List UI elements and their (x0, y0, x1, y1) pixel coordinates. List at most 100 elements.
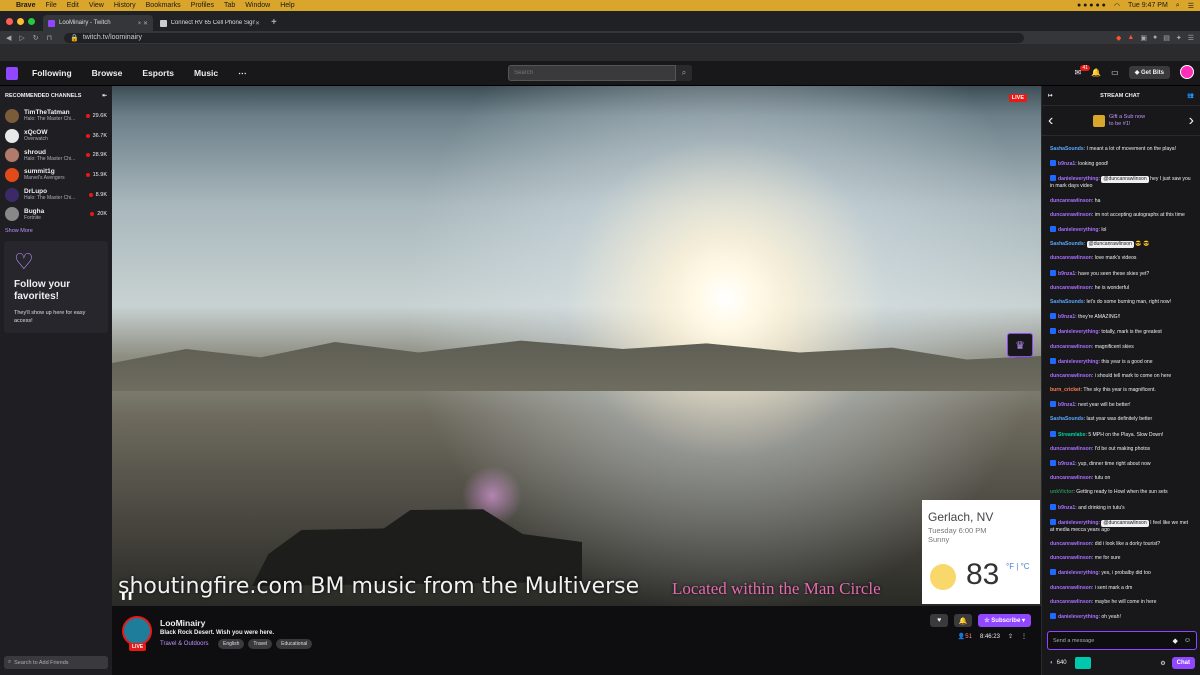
bits-icon[interactable]: ◆ (1172, 637, 1177, 645)
menu-tab[interactable]: Tab (224, 2, 235, 9)
search-button-icon[interactable]: ⌕ (676, 65, 692, 81)
chat-username[interactable]: danieleverything (1058, 520, 1098, 526)
extension-icon[interactable]: ● (1153, 34, 1157, 42)
clock[interactable]: Tue 9:47 PM (1128, 2, 1168, 9)
new-tab-button[interactable]: + (271, 17, 277, 28)
chat-username[interactable]: danieleverything (1058, 570, 1098, 576)
status-icons[interactable]: ● ● ● ● ● (1077, 2, 1106, 9)
menu-icon[interactable]: ☰ (1188, 34, 1194, 42)
notification-bell-icon[interactable]: 🔔 (954, 614, 973, 627)
community-icon[interactable]: 👥 (1187, 93, 1194, 99)
sidebar-channel-item[interactable]: Bugha Fortnite 20K (0, 204, 112, 224)
control-center-icon[interactable]: ☰ (1188, 2, 1194, 10)
clip-icon[interactable]: ▭ (999, 590, 1007, 600)
follow-heart-icon[interactable]: ♥ (930, 614, 949, 627)
channel-name[interactable]: LooMinairy (160, 618, 205, 628)
chat-username[interactable]: unkVictor (1050, 489, 1073, 495)
show-more-link[interactable]: Show More (0, 224, 112, 238)
browser-tab-twitch[interactable]: LooMinairy - Twitch × ✕ (43, 15, 153, 31)
bonus-chest-icon[interactable] (1074, 657, 1091, 669)
menu-history[interactable]: History (114, 2, 136, 9)
chat-username[interactable]: SashaSounds (1050, 241, 1084, 247)
chat-username[interactable]: duncanrawlinson (1050, 541, 1092, 547)
search-friends-input[interactable]: ⌕ Search to Add Friends (4, 656, 108, 669)
brave-rewards-icon[interactable]: ▲ (1127, 34, 1134, 42)
chat-send-button[interactable]: Chat (1171, 657, 1195, 669)
menu-window[interactable]: Window (245, 2, 270, 9)
sidebar-channel-item[interactable]: summit1g Marvel's Avengers 15.9K (0, 165, 112, 185)
chat-username[interactable]: duncanrawlinson (1050, 285, 1092, 291)
chat-username[interactable]: b9nza1 (1058, 161, 1075, 167)
app-menu[interactable]: Brave (16, 2, 35, 9)
share-icon[interactable]: ⇪ (1008, 633, 1013, 640)
bookmark-icon[interactable]: ⊓ (47, 34, 52, 42)
search-icon[interactable]: ⌕ (1176, 2, 1180, 10)
chat-settings-icon[interactable]: ⚙ (1160, 660, 1165, 667)
chat-username[interactable]: duncanrawlinson (1050, 555, 1092, 561)
chat-input[interactable]: Send a message ◆ ☺ (1047, 631, 1197, 650)
chat-username[interactable]: danieleverything (1058, 329, 1098, 335)
chevron-left-icon[interactable]: ‹ (1048, 112, 1053, 130)
chat-mention[interactable]: @duncanrawlinson (1086, 241, 1134, 249)
whispers-icon[interactable]: ▭ (1111, 68, 1119, 77)
chat-username[interactable]: Streamlabs (1058, 432, 1085, 438)
crown-icon[interactable]: ♛ (1007, 333, 1033, 357)
video-player[interactable]: LIVE ♛ shoutingfire.com BM music from th… (112, 86, 1041, 606)
back-icon[interactable]: ◀ (6, 34, 11, 42)
user-avatar[interactable] (1180, 65, 1194, 79)
collapse-sidebar-icon[interactable]: ⇤ (102, 93, 107, 99)
chat-username[interactable]: b9nza1 (1058, 402, 1075, 408)
chat-username[interactable]: duncanrawlinson (1050, 599, 1092, 605)
collapse-chat-icon[interactable]: ↦ (1048, 93, 1053, 99)
close-tab-icon[interactable]: ✕ (255, 20, 260, 27)
wifi-icon[interactable]: ◠ (1114, 2, 1120, 10)
reload-icon[interactable]: ↻ (33, 34, 39, 42)
extension-icon[interactable]: ▤ (1163, 34, 1170, 42)
browser-tab-connect[interactable]: Connect RV 65 Cell Phone Signal ✕ (155, 15, 265, 31)
theatre-mode-icon[interactable]: ▯ (1015, 590, 1019, 600)
stream-category[interactable]: Travel & Outdoors (160, 641, 208, 647)
menu-file[interactable]: File (45, 2, 56, 9)
chat-username[interactable]: duncanrawlinson (1050, 446, 1092, 452)
inbox-icon[interactable]: ✉ 41 (1074, 64, 1091, 77)
zoom-window-button[interactable] (28, 17, 35, 25)
notifications-bell-icon[interactable]: 🔔 (1091, 68, 1101, 77)
sidebar-channel-item[interactable]: shroud Halo: The Master Chi... 28.9K (0, 145, 112, 165)
chat-username[interactable]: duncanrawlinson (1050, 475, 1092, 481)
chat-username[interactable]: b9nza1 (1058, 271, 1075, 277)
chat-username[interactable]: duncanrawlinson (1050, 212, 1092, 218)
chat-mention[interactable]: @duncanrawlinson (1101, 519, 1149, 527)
brave-shields-icon[interactable]: ◆ (1116, 34, 1121, 42)
menu-bookmarks[interactable]: Bookmarks (146, 2, 181, 9)
chat-username[interactable]: b9nza1 (1058, 461, 1075, 467)
menu-profiles[interactable]: Profiles (191, 2, 214, 9)
chat-username[interactable]: b9nza1 (1058, 314, 1075, 320)
nav-browse[interactable]: Browse (92, 68, 123, 78)
sidebar-channel-item[interactable]: TimTheTatman Halo: The Master Chi... 29.6K (0, 106, 112, 126)
nav-following[interactable]: Following (32, 68, 72, 78)
sidebar-channel-item[interactable]: xQcOW Overwatch 36.7K (0, 126, 112, 146)
chat-username[interactable]: danieleverything (1058, 614, 1098, 620)
menu-edit[interactable]: Edit (67, 2, 79, 9)
url-field[interactable]: 🔒 twitch.tv/loominairy (64, 32, 1025, 43)
forward-icon[interactable]: ▷ (19, 34, 24, 42)
settings-gear-icon[interactable]: ⚙ (984, 590, 991, 600)
gift-sub-prompt[interactable]: Gift a Sub now to be #1! (1093, 114, 1149, 128)
minimize-window-button[interactable] (17, 17, 24, 25)
channel-avatar[interactable] (122, 616, 152, 646)
chat-username[interactable]: duncanrawlinson (1050, 198, 1092, 204)
menu-help[interactable]: Help (280, 2, 294, 9)
chat-username[interactable]: SashaSounds (1050, 146, 1084, 152)
chevron-right-icon[interactable]: › (1189, 112, 1194, 130)
channel-points[interactable]: ◐ 640 (1050, 660, 1067, 666)
subscribe-button[interactable]: ☆ Subscribe ▾ (978, 614, 1031, 627)
tag-educational[interactable]: Educational (276, 639, 313, 649)
pause-icon[interactable]: ❚❚ (120, 591, 133, 600)
close-window-button[interactable] (6, 17, 13, 25)
puzzle-icon[interactable]: ✦ (1176, 34, 1182, 42)
chat-username[interactable]: danieleverything (1058, 227, 1098, 233)
close-tab-icon[interactable]: × ✕ (138, 20, 148, 27)
emote-icon[interactable]: ☺ (1184, 637, 1191, 645)
chat-username[interactable]: danieleverything (1058, 359, 1098, 365)
chat-username[interactable]: burn_cricket (1050, 387, 1081, 393)
